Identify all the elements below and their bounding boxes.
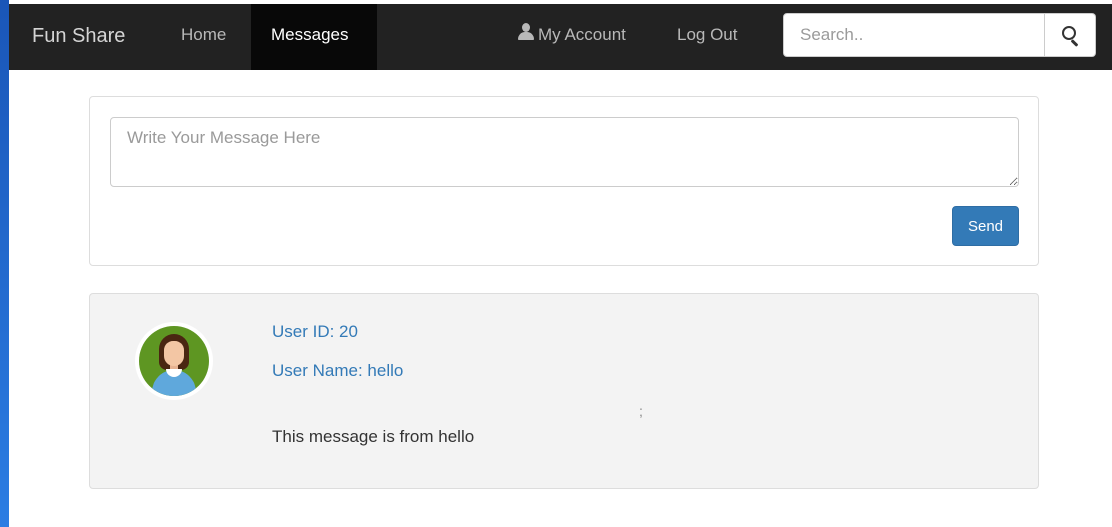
brand-logo[interactable]: Fun Share: [32, 4, 125, 70]
nav-item-my-account[interactable]: My Account: [499, 4, 644, 70]
nav-item-log-out[interactable]: Log Out: [659, 4, 756, 70]
stray-character: ;: [639, 403, 643, 419]
nav-item-home[interactable]: Home: [163, 4, 244, 70]
my-account-label: My Account: [538, 25, 626, 44]
window-edge: [0, 0, 9, 527]
user-icon: [517, 23, 535, 41]
message-textarea[interactable]: [110, 117, 1019, 187]
compose-panel: Send: [89, 96, 1039, 266]
user-id-link[interactable]: User ID: 20: [272, 322, 358, 342]
avatar-icon: [135, 322, 213, 400]
message-text: This message is from hello: [272, 427, 475, 446]
nav-item-messages[interactable]: Messages: [251, 4, 377, 70]
message-item: User ID: 20 User Name: hello ; This mess…: [89, 293, 1039, 489]
search-input[interactable]: [783, 13, 1045, 57]
user-name-link[interactable]: User Name: hello: [272, 361, 403, 381]
send-button[interactable]: Send: [952, 206, 1019, 246]
top-navbar: Fun Share Home Messages My Account Log O…: [9, 4, 1112, 70]
search-button[interactable]: [1045, 13, 1096, 57]
